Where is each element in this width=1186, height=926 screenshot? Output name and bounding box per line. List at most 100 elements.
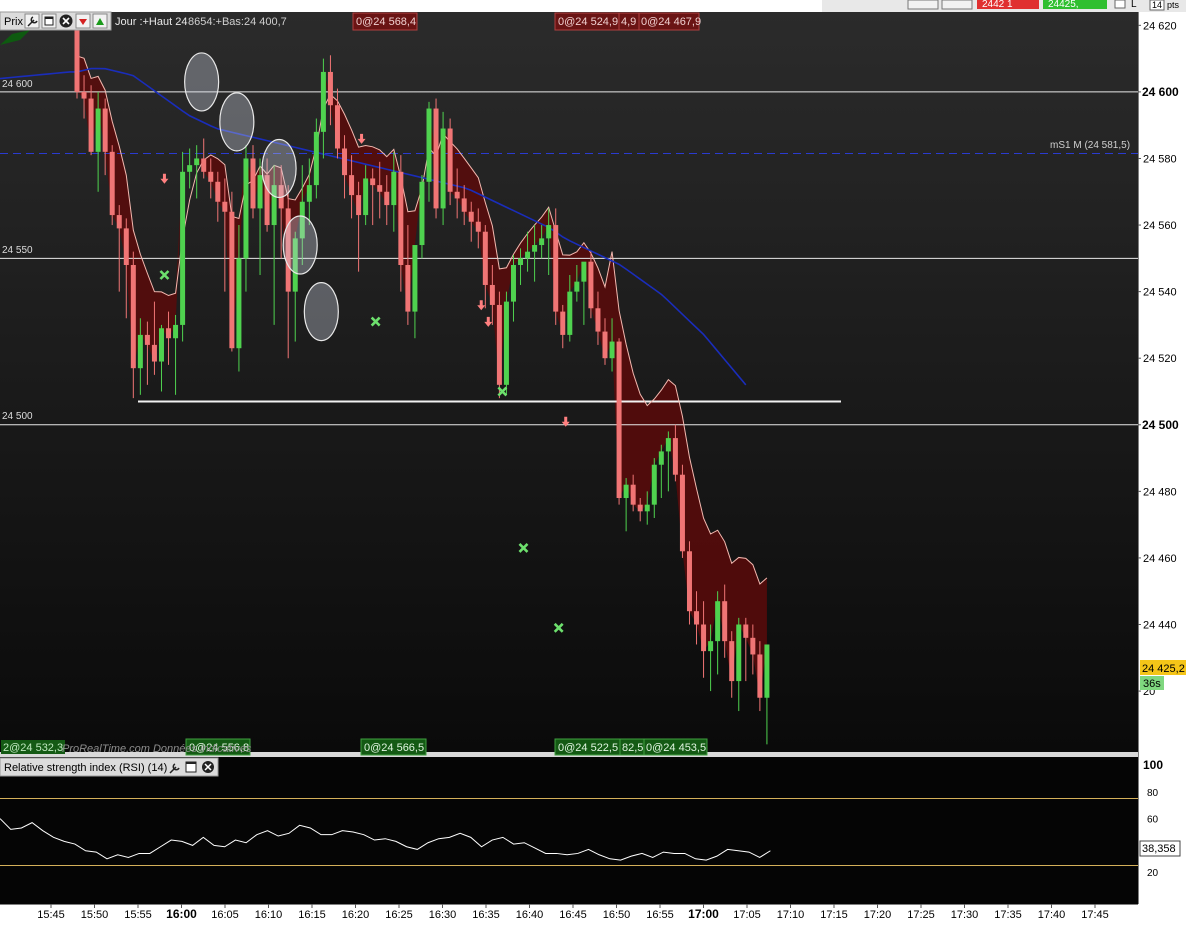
lock-checkbox[interactable] bbox=[1114, 0, 1126, 9]
candle-up[interactable] bbox=[313, 131, 319, 186]
candle-up[interactable] bbox=[173, 324, 179, 339]
candle-down[interactable] bbox=[433, 108, 439, 209]
arrow-up-icon[interactable] bbox=[92, 13, 108, 29]
candle-up[interactable] bbox=[510, 265, 516, 302]
candle-down[interactable] bbox=[595, 308, 601, 332]
candle-down[interactable] bbox=[229, 211, 235, 349]
candle-up[interactable] bbox=[419, 181, 425, 246]
candle-up[interactable] bbox=[644, 504, 650, 512]
wrench-icon[interactable] bbox=[24, 13, 40, 29]
candle-down[interactable] bbox=[109, 151, 115, 216]
candle-down[interactable] bbox=[475, 221, 481, 232]
candle-down[interactable] bbox=[208, 171, 214, 182]
candle-down[interactable] bbox=[356, 195, 362, 216]
candle-up[interactable] bbox=[187, 165, 193, 172]
candle-down[interactable] bbox=[722, 601, 728, 642]
price-panel-background[interactable] bbox=[0, 12, 1138, 754]
candle-up[interactable] bbox=[623, 484, 629, 499]
candle-down[interactable] bbox=[334, 105, 340, 149]
candle-up[interactable] bbox=[320, 71, 326, 132]
top-order-tag[interactable]: 4,9 bbox=[618, 12, 640, 31]
candle-up[interactable] bbox=[503, 301, 509, 385]
candle-down[interactable] bbox=[553, 225, 559, 312]
candle-down[interactable] bbox=[130, 265, 136, 369]
close-icon[interactable] bbox=[202, 761, 214, 773]
candle-down[interactable] bbox=[489, 284, 495, 305]
candle-down[interactable] bbox=[342, 148, 348, 176]
candle-up[interactable] bbox=[180, 171, 186, 325]
candle-up[interactable] bbox=[518, 258, 524, 265]
candle-down[interactable] bbox=[454, 191, 460, 199]
top-order-tag[interactable]: 0@24 524,9 bbox=[554, 12, 620, 31]
candle-down[interactable] bbox=[88, 98, 94, 152]
candle-down[interactable] bbox=[743, 624, 749, 638]
candle-down[interactable] bbox=[384, 191, 390, 206]
candle-down[interactable] bbox=[151, 344, 157, 362]
candle-down[interactable] bbox=[701, 624, 707, 652]
candle-up[interactable] bbox=[715, 601, 721, 642]
candle-up[interactable] bbox=[363, 178, 369, 216]
candle-down[interactable] bbox=[405, 265, 411, 312]
candle-down[interactable] bbox=[116, 215, 122, 229]
candle-up[interactable] bbox=[546, 225, 552, 239]
candle-down[interactable] bbox=[102, 108, 108, 152]
candle-up[interactable] bbox=[194, 158, 200, 166]
candle-down[interactable] bbox=[222, 201, 228, 212]
candle-up[interactable] bbox=[158, 328, 164, 362]
rsi-axis[interactable] bbox=[1138, 757, 1186, 904]
candle-up[interactable] bbox=[567, 291, 573, 335]
candle-up[interactable] bbox=[609, 341, 615, 359]
candle-down[interactable] bbox=[250, 158, 256, 209]
bottom-order-tag[interactable]: 0@24 566,5 bbox=[360, 738, 427, 756]
candle-up[interactable] bbox=[736, 624, 742, 682]
candle-up[interactable] bbox=[574, 281, 580, 292]
candle-up[interactable] bbox=[764, 644, 770, 698]
candle-up[interactable] bbox=[95, 108, 101, 152]
candle-down[interactable] bbox=[672, 438, 678, 475]
candle-up[interactable] bbox=[257, 175, 263, 209]
candle-up[interactable] bbox=[665, 438, 671, 452]
candle-down[interactable] bbox=[349, 175, 355, 196]
window-icon[interactable] bbox=[185, 761, 197, 773]
candle-down[interactable] bbox=[201, 158, 207, 172]
candle-down[interactable] bbox=[166, 328, 172, 339]
candle-up[interactable] bbox=[391, 171, 397, 206]
candle-down[interactable] bbox=[694, 611, 700, 625]
candle-down[interactable] bbox=[144, 334, 150, 345]
candle-down[interactable] bbox=[215, 181, 221, 202]
candle-down[interactable] bbox=[637, 504, 643, 512]
candle-up[interactable] bbox=[412, 245, 418, 312]
candle-up[interactable] bbox=[525, 251, 531, 259]
candle-up[interactable] bbox=[243, 158, 249, 259]
bottom-order-tag[interactable]: 0@24 453,5 bbox=[643, 738, 708, 756]
candle-up[interactable] bbox=[306, 185, 312, 202]
top-order-tag[interactable]: 0@24 467,9 bbox=[638, 12, 701, 31]
candle-down[interactable] bbox=[679, 474, 685, 552]
candle-up[interactable] bbox=[708, 641, 714, 652]
candle-down[interactable] bbox=[370, 178, 376, 186]
candle-down[interactable] bbox=[750, 637, 756, 655]
toolbar-button[interactable] bbox=[941, 0, 973, 10]
candle-down[interactable] bbox=[123, 228, 129, 265]
candle-down[interactable] bbox=[602, 331, 608, 359]
candle-down[interactable] bbox=[398, 171, 404, 265]
candle-up[interactable] bbox=[236, 258, 242, 349]
toolbar-button[interactable] bbox=[907, 0, 939, 10]
candle-down[interactable] bbox=[468, 211, 474, 222]
candle-down[interactable] bbox=[616, 341, 622, 499]
candle-up[interactable] bbox=[426, 108, 432, 182]
candle-down[interactable] bbox=[377, 185, 383, 192]
price-axis[interactable] bbox=[1138, 12, 1186, 754]
close-icon[interactable] bbox=[59, 14, 73, 28]
candle-down[interactable] bbox=[560, 311, 566, 335]
candle-down[interactable] bbox=[757, 654, 763, 698]
candle-down[interactable] bbox=[496, 304, 502, 385]
candle-down[interactable] bbox=[461, 198, 467, 212]
candle-down[interactable] bbox=[447, 128, 453, 192]
candle-down[interactable] bbox=[630, 484, 636, 505]
candle-up[interactable] bbox=[658, 451, 664, 465]
candle-down[interactable] bbox=[327, 71, 333, 106]
candle-down[interactable] bbox=[81, 91, 87, 99]
bottom-order-tag[interactable]: 82,5 bbox=[619, 738, 645, 756]
candle-up[interactable] bbox=[440, 128, 446, 209]
